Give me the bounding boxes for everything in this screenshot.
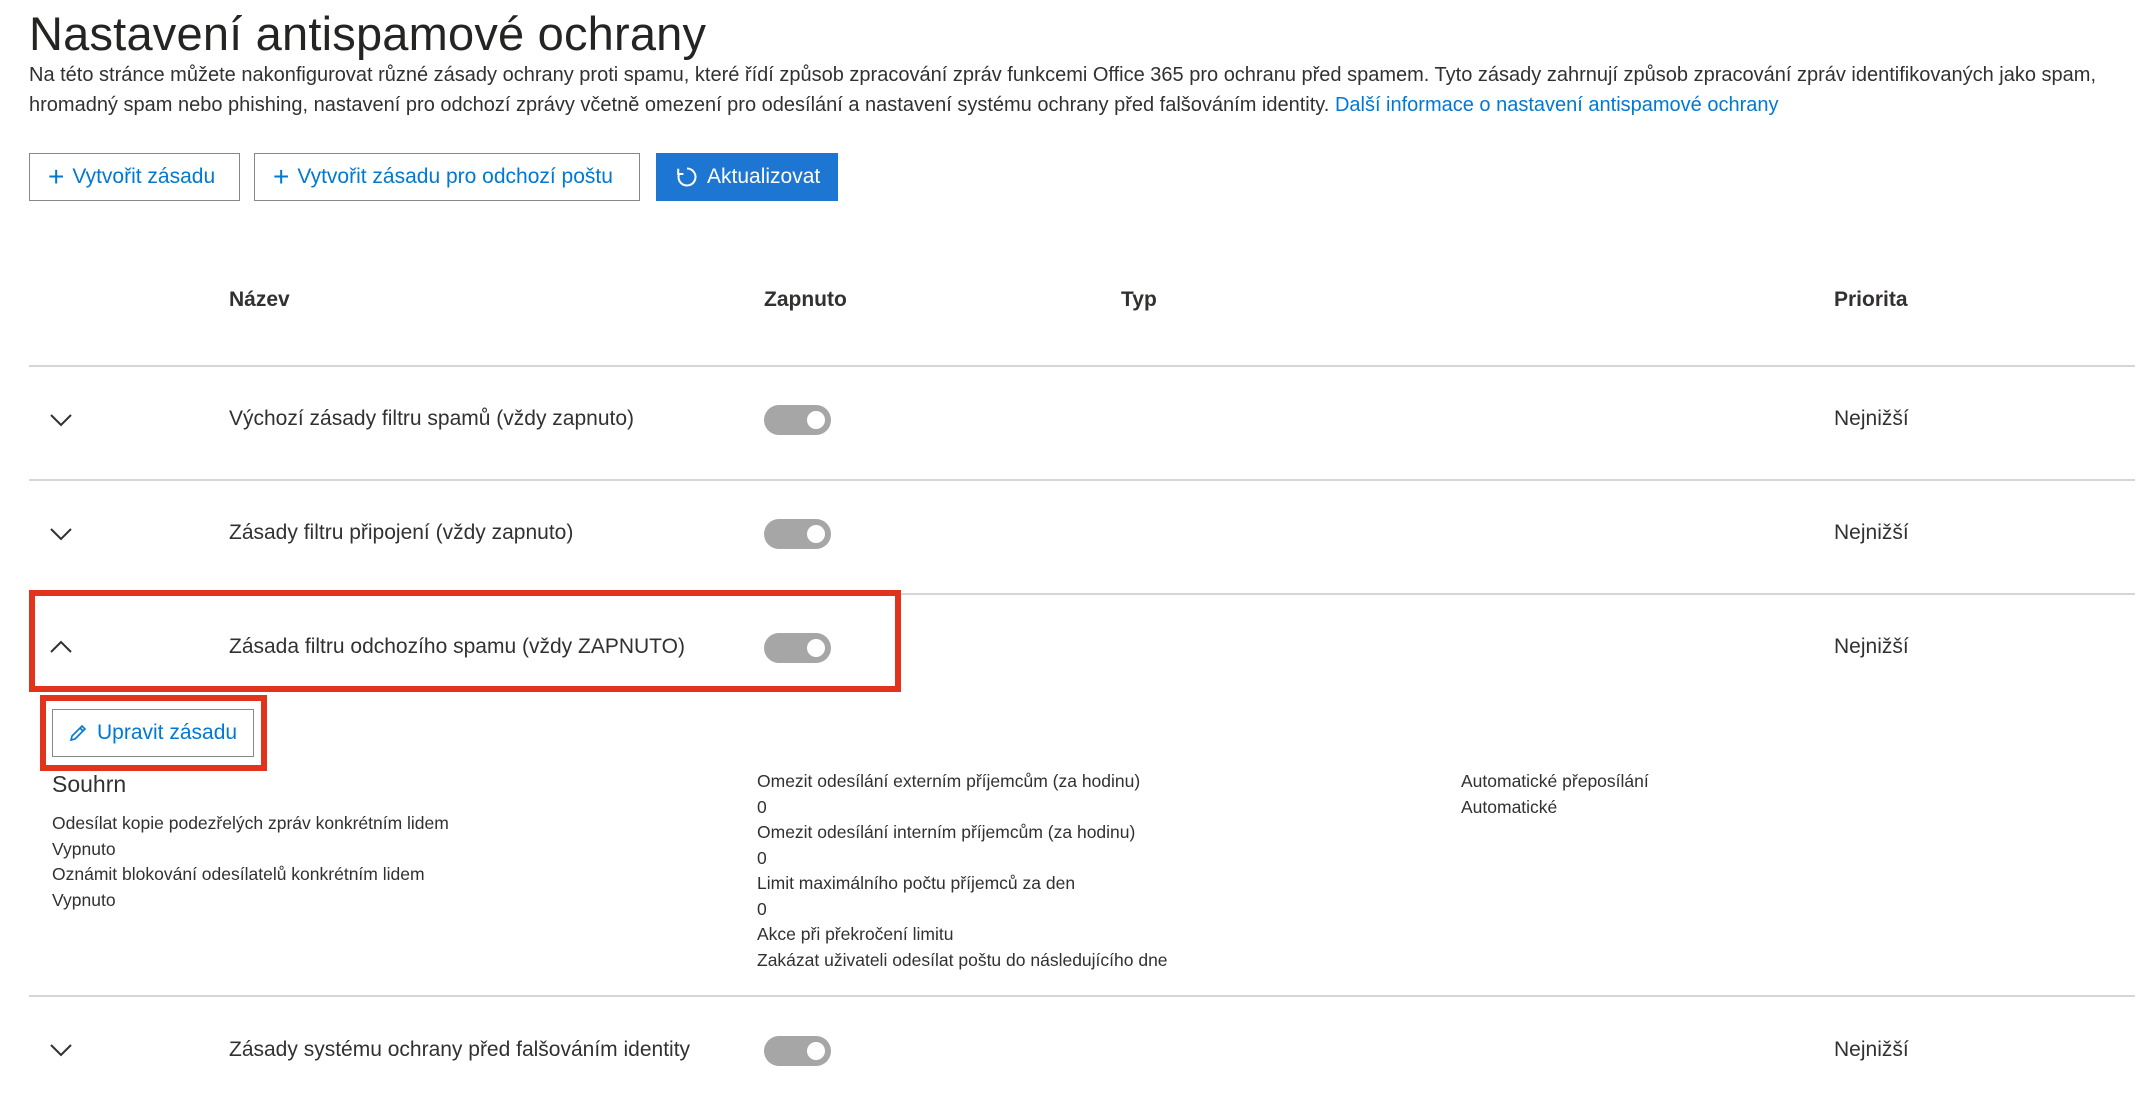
policy-name: Výchozí zásady filtru spamů (vždy zapnut… bbox=[229, 407, 635, 430]
summary-column-1: Odesílat kopie podezřelých zpráv konkrét… bbox=[52, 811, 652, 913]
summary-column-2: Omezit odesílání externím příjemcům (za … bbox=[757, 769, 1437, 973]
column-header-enabled[interactable]: Zapnuto bbox=[764, 288, 847, 312]
column-header-priority[interactable]: Priorita bbox=[1834, 288, 1908, 312]
plus-icon: + bbox=[48, 161, 65, 192]
summary-label: Akce při překročení limitu bbox=[757, 924, 954, 944]
refresh-icon bbox=[675, 165, 699, 189]
policy-priority: Nejnižší bbox=[1834, 521, 1909, 544]
summary-value: Zakázat uživateli odesílat poštu do násl… bbox=[757, 949, 1168, 970]
create-policy-button[interactable]: + Vytvořit zásadu bbox=[29, 153, 240, 201]
page-title: Nastavení antispamové ochrany bbox=[29, 7, 707, 60]
row-divider bbox=[29, 479, 2135, 481]
highlight-box bbox=[29, 590, 901, 692]
policy-name: Zásady filtru připojení (vždy zapnuto) bbox=[229, 521, 574, 544]
create-outbound-policy-label: Vytvořit zásadu pro odchozí poštu bbox=[297, 165, 613, 188]
chevron-down-icon[interactable] bbox=[48, 521, 74, 547]
summary-value: Vypnuto bbox=[52, 838, 116, 859]
summary-label: Oznámit blokování odesílatelů konkrétním… bbox=[52, 864, 425, 884]
column-header-type[interactable]: Typ bbox=[1121, 288, 1157, 312]
summary-label: Automatické přeposílání bbox=[1461, 771, 1649, 791]
summary-value: Vypnuto bbox=[52, 889, 116, 910]
row-divider bbox=[29, 995, 2135, 997]
create-outbound-policy-button[interactable]: + Vytvořit zásadu pro odchozí poštu bbox=[254, 153, 640, 201]
summary-value: 0 bbox=[757, 847, 767, 868]
summary-value: Automatické bbox=[1461, 796, 1558, 817]
column-header-name[interactable]: Název bbox=[229, 288, 290, 312]
enabled-toggle[interactable] bbox=[764, 1036, 831, 1066]
highlight-box bbox=[40, 695, 267, 771]
enabled-toggle[interactable] bbox=[764, 405, 831, 435]
summary-label: Limit maximálního počtu příjemců za den bbox=[757, 873, 1076, 893]
summary-label: Omezit odesílání externím příjemcům (za … bbox=[757, 771, 1141, 791]
refresh-label: Aktualizovat bbox=[707, 165, 821, 188]
chevron-down-icon[interactable] bbox=[48, 1037, 74, 1063]
refresh-button[interactable]: Aktualizovat bbox=[656, 153, 838, 201]
summary-label: Odesílat kopie podezřelých zpráv konkrét… bbox=[52, 813, 449, 833]
enabled-toggle[interactable] bbox=[764, 519, 831, 549]
summary-value: 0 bbox=[757, 796, 767, 817]
policy-priority: Nejnižší bbox=[1834, 1038, 1909, 1061]
learn-more-link[interactable]: Další informace o nastavení antispamové … bbox=[1335, 94, 1779, 116]
description-text: Na této stránce můžete nakonfigurovat rů… bbox=[29, 64, 2097, 116]
policy-priority: Nejnižší bbox=[1834, 407, 1909, 430]
summary-label: Omezit odesílání interním příjemcům (za … bbox=[757, 822, 1136, 842]
plus-icon: + bbox=[273, 161, 290, 192]
policy-priority: Nejnižší bbox=[1834, 635, 1909, 658]
policy-name: Zásady systému ochrany před falšováním i… bbox=[229, 1038, 691, 1061]
summary-column-3: Automatické přeposílání Automatické bbox=[1461, 769, 1961, 820]
header-divider bbox=[29, 365, 2135, 367]
chevron-down-icon[interactable] bbox=[48, 407, 74, 433]
summary-title: Souhrn bbox=[52, 771, 127, 797]
summary-value: 0 bbox=[757, 898, 767, 919]
create-policy-label: Vytvořit zásadu bbox=[72, 165, 216, 188]
page-description: Na této stránce můžete nakonfigurovat rů… bbox=[29, 60, 2129, 120]
